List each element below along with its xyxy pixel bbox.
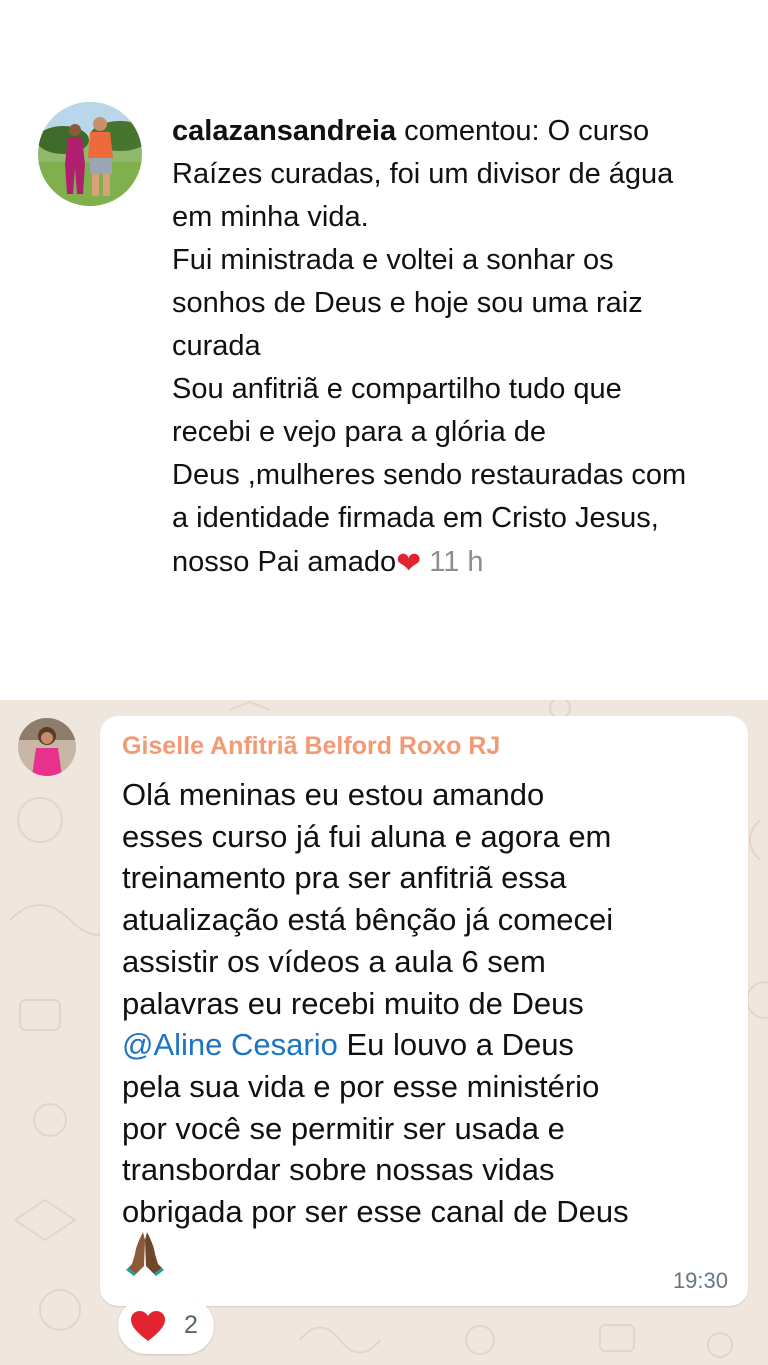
message-line: treinamento pra ser anfitriã essa [122, 860, 567, 896]
commenter-username[interactable]: calazansandreia [172, 115, 396, 147]
comment-first-line: O curso [547, 115, 650, 147]
message-line: por você se permitir ser usada e [122, 1110, 565, 1146]
comment-line: a identidade firmada em Cristo Jesus, [172, 502, 659, 534]
message-line: atualização está bênção já comecei [122, 902, 614, 938]
commenter-avatar[interactable] [38, 102, 142, 206]
message-line: pela sua vida e por esse ministério [122, 1068, 600, 1104]
comment-text: calazansandreia comentou: O curso Raízes… [172, 110, 752, 584]
heart-emoji-icon: ❤ [396, 547, 422, 580]
sender-name[interactable]: Giselle Anfitriã Belford Roxo RJ [122, 732, 500, 761]
message-line: Eu louvo a Deus [337, 1027, 574, 1063]
message-line: obrigada por ser esse canal de Deus [122, 1194, 629, 1230]
comment-action: comentou: [404, 115, 540, 147]
message-line: palavras eu recebi muito de Deus [122, 985, 584, 1021]
mention-link[interactable]: @Aline Cesario [122, 1027, 338, 1062]
message-line: Olá meninas eu estou amando [122, 777, 545, 812]
message-text: Olá meninas eu estou amando esses curso … [122, 774, 732, 1233]
message-line: assistir os vídeos a aula 6 sem [122, 943, 546, 979]
comment-timestamp: 11 h [429, 546, 484, 578]
comment-line: Fui ministrada e voltei a sonhar os [172, 244, 614, 276]
message-timestamp: 19:30 [672, 1268, 728, 1293]
reaction-count: 2 [184, 1311, 198, 1339]
comment-last-line: nosso Pai amado [172, 546, 397, 578]
whatsapp-chat-section: Giselle Anfitriã Belford Roxo RJ Olá men… [0, 700, 768, 1365]
reaction-pill[interactable]: 2 [118, 1298, 214, 1354]
comment-line: curada [172, 330, 261, 362]
sender-avatar[interactable] [18, 718, 76, 776]
comment-line: Deus ,mulheres sendo restauradas com [172, 459, 687, 491]
comment-line: Sou anfitriã e compartilho tudo que [172, 373, 622, 405]
instagram-comment-section: calazansandreia comentou: O curso Raízes… [0, 0, 768, 700]
message-bubble[interactable]: Giselle Anfitriã Belford Roxo RJ Olá men… [100, 716, 748, 1306]
comment-line: recebi e vejo para a glória de [172, 416, 547, 448]
praying-hands-icon [126, 1230, 164, 1281]
heart-icon [130, 1310, 166, 1347]
comment-line: em minha vida. [172, 201, 369, 233]
message-line: transbordar sobre nossas vidas [122, 1152, 555, 1188]
message-line: esses curso já fui aluna e agora em [122, 818, 612, 854]
comment-line: sonhos de Deus e hoje sou uma raiz [172, 287, 643, 319]
comment-line: Raízes curadas, foi um divisor de água [172, 158, 674, 190]
